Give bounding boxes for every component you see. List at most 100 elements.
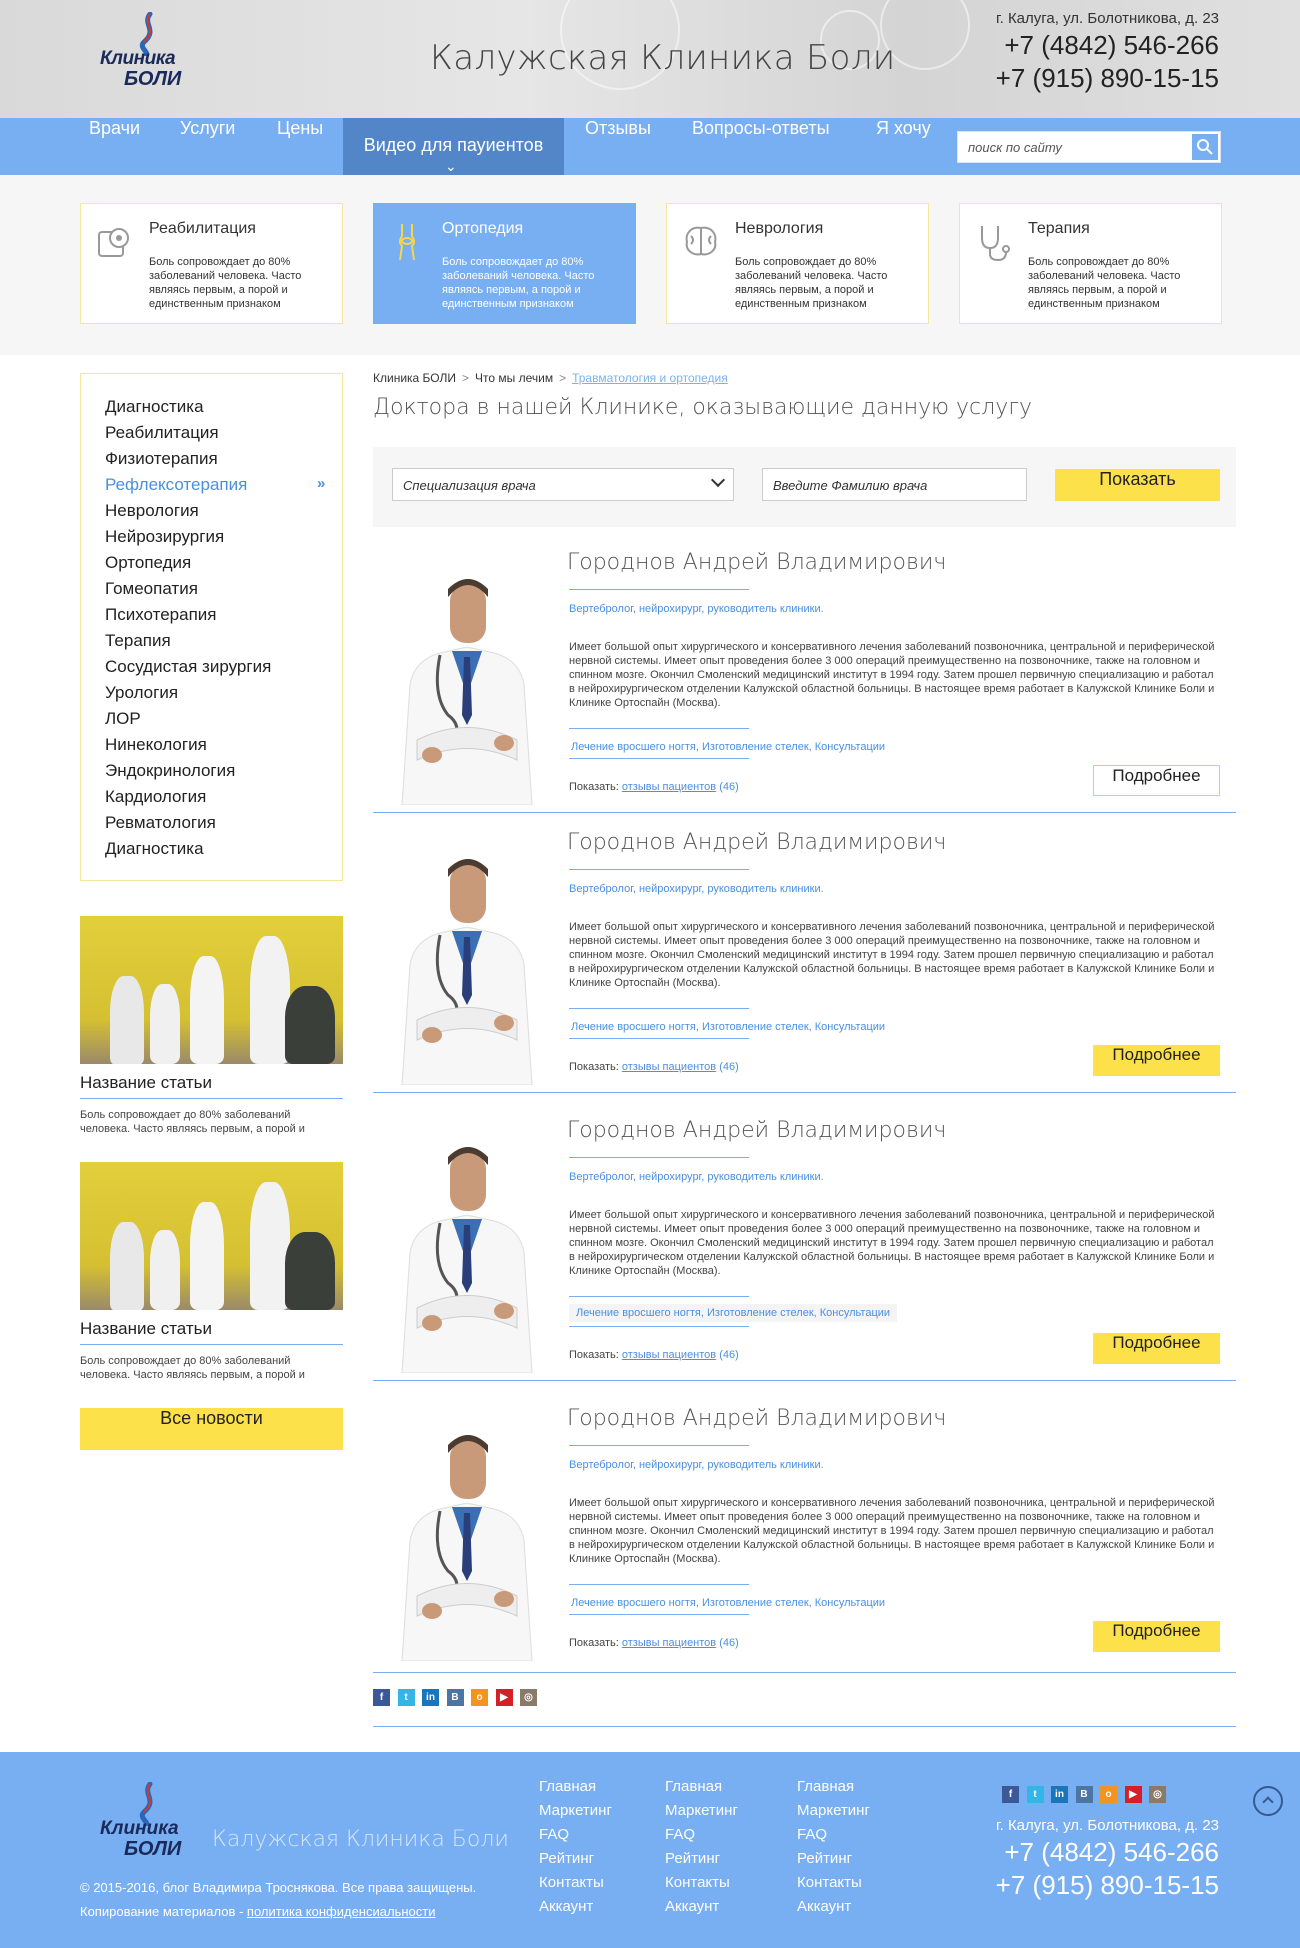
sidebar-item-psychotherapy[interactable]: Психотерапия <box>105 605 216 625</box>
footer-phone-2[interactable]: +7 (915) 890-15-15 <box>996 1870 1219 1901</box>
twitter-icon[interactable]: t <box>397 1689 415 1706</box>
footer-link[interactable]: Аккаунт <box>665 1898 719 1915</box>
doctor-services[interactable]: Лечение вросшего ногтя, Изготовление сте… <box>571 741 885 753</box>
nav-item-i-want[interactable]: Я хочу <box>876 118 931 175</box>
footer-link[interactable]: Рейтинг <box>797 1850 852 1867</box>
sidebar-item-homeopathy[interactable]: Гомеопатия <box>105 579 198 599</box>
patient-reviews-link[interactable]: отзывы пациентов <box>622 1061 716 1073</box>
category-card-rehab[interactable]: Реабилитация Боль сопровождает до 80% за… <box>80 203 343 324</box>
vk-icon[interactable]: В <box>1075 1786 1093 1803</box>
footer-link[interactable]: FAQ <box>539 1826 569 1843</box>
news-image[interactable] <box>80 1162 343 1310</box>
doctor-name[interactable]: Городнов Андрей Владимирович <box>567 1406 946 1431</box>
category-card-neurology[interactable]: Неврология Боль сопровождает до 80% забо… <box>666 203 929 324</box>
sidebar-item-ent[interactable]: ЛОР <box>105 709 141 729</box>
nav-item-prices[interactable]: Цены <box>277 118 323 175</box>
footer-link[interactable]: Рейтинг <box>665 1850 720 1867</box>
news-title[interactable]: Название статьи <box>80 1319 212 1339</box>
sidebar-item-physiotherapy[interactable]: Физиотерапия <box>105 449 218 469</box>
doctor-surname-input[interactable]: Введите Фамилию врача <box>762 468 1027 501</box>
twitter-icon[interactable]: t <box>1026 1786 1044 1803</box>
footer-link[interactable]: Контакты <box>665 1874 730 1891</box>
sidebar-item-rehabilitation[interactable]: Реабилитация <box>105 423 219 443</box>
footer-link[interactable]: Аккаунт <box>797 1898 851 1915</box>
breadcrumb-item[interactable]: Клиника БОЛИ <box>373 371 456 385</box>
doctor-services[interactable]: Лечение вросшего ногтя, Изготовление сте… <box>571 1021 885 1033</box>
specialization-select[interactable]: Специализация врача <box>392 468 734 501</box>
footer-link[interactable]: Контакты <box>797 1874 862 1891</box>
more-button[interactable]: Подробнее <box>1093 765 1220 796</box>
sidebar-item-endocrinology[interactable]: Эндокринология <box>105 761 235 781</box>
instagram-icon[interactable]: ◎ <box>520 1689 537 1706</box>
footer-link[interactable]: Рейтинг <box>539 1850 594 1867</box>
news-title[interactable]: Название статьи <box>80 1073 212 1093</box>
youtube-icon[interactable]: ▶ <box>495 1689 513 1706</box>
footer-link[interactable]: Главная <box>665 1778 722 1795</box>
all-news-button[interactable]: Все новости <box>80 1408 343 1450</box>
sidebar-item-vascular-surgery[interactable]: Сосудистая зирургия <box>105 657 271 677</box>
footer-link[interactable]: Аккаунт <box>539 1898 593 1915</box>
sidebar-item-diagnostics[interactable]: Диагностика <box>105 397 204 417</box>
doctor-photo[interactable] <box>392 1421 542 1662</box>
logo[interactable]: Клиника БОЛИ <box>96 12 200 92</box>
header-phone-2[interactable]: +7 (915) 890-15-15 <box>996 63 1219 94</box>
sidebar-item-orthopedics[interactable]: Ортопедия <box>105 553 191 573</box>
header-phone-1[interactable]: +7 (4842) 546-266 <box>1004 30 1219 61</box>
doctor-photo[interactable] <box>392 1133 542 1374</box>
nav-item-faq[interactable]: Вопросы-ответы <box>692 118 830 175</box>
doctor-name[interactable]: Городнов Андрей Владимирович <box>567 550 946 575</box>
category-card-orthopedics[interactable]: Ортопедия Боль сопровождает до 80% забол… <box>373 203 636 324</box>
nav-item-doctors[interactable]: Врачи <box>89 118 140 175</box>
patient-reviews-link[interactable]: отзывы пациентов <box>622 1637 716 1649</box>
doctor-photo[interactable] <box>392 565 542 806</box>
sidebar-item-urology[interactable]: Урология <box>105 683 178 703</box>
sidebar-item-neurosurgery[interactable]: Нейрозирургия <box>105 527 224 547</box>
news-image[interactable] <box>80 916 343 1064</box>
sidebar-item-neurology[interactable]: Неврология <box>105 501 199 521</box>
footer-link[interactable]: Маркетинг <box>539 1802 612 1819</box>
more-button[interactable]: Подробнее <box>1093 1621 1220 1652</box>
linkedin-icon[interactable]: in <box>1051 1786 1068 1803</box>
footer-link[interactable]: Контакты <box>539 1874 604 1891</box>
doctor-services[interactable]: Лечение вросшего ногтя, Изготовление сте… <box>571 1597 885 1609</box>
privacy-policy-link[interactable]: политика конфиденсиальности <box>247 1904 436 1919</box>
linkedin-icon[interactable]: in <box>422 1689 439 1706</box>
patient-reviews-link[interactable]: отзывы пациентов <box>622 1349 716 1361</box>
breadcrumb-current[interactable]: Травматология и ортопедия <box>572 371 728 385</box>
search-button[interactable] <box>1190 132 1220 162</box>
odnoklassniki-icon[interactable]: о <box>1100 1786 1117 1803</box>
footer-link[interactable]: FAQ <box>665 1826 695 1843</box>
doctor-photo[interactable] <box>392 845 542 1086</box>
doctor-name[interactable]: Городнов Андрей Владимирович <box>567 830 946 855</box>
facebook-icon[interactable]: f <box>373 1689 390 1706</box>
patient-reviews-link[interactable]: отзывы пациентов <box>622 781 716 793</box>
sidebar-item-reflexotherapy[interactable]: Рефлексотерапия <box>105 475 247 495</box>
sidebar-item-cardiology[interactable]: Кардиология <box>105 787 206 807</box>
footer-link[interactable]: Маркетинг <box>665 1802 738 1819</box>
youtube-icon[interactable]: ▶ <box>1124 1786 1142 1803</box>
show-button[interactable]: Показать <box>1055 469 1220 501</box>
odnoklassniki-icon[interactable]: о <box>471 1689 488 1706</box>
sidebar-item-rheumatology[interactable]: Ревматология <box>105 813 216 833</box>
sidebar-item-gynecology[interactable]: Нинекология <box>105 735 207 755</box>
footer-phone-1[interactable]: +7 (4842) 546-266 <box>1004 1837 1219 1868</box>
breadcrumb-item[interactable]: Что мы лечим <box>475 371 553 385</box>
footer-link[interactable]: Маркетинг <box>797 1802 870 1819</box>
vk-icon[interactable]: В <box>446 1689 464 1706</box>
search-input[interactable]: поиск по сайту <box>957 131 1221 163</box>
sidebar-item-diagnostics-2[interactable]: Диагностика <box>105 839 204 859</box>
doctor-services[interactable]: Лечение вросшего ногтя, Изготовление сте… <box>569 1304 898 1322</box>
footer-logo[interactable]: Клиника БОЛИ <box>96 1782 200 1862</box>
sidebar-item-therapy[interactable]: Терапия <box>105 631 171 651</box>
footer-link[interactable]: FAQ <box>797 1826 827 1843</box>
nav-item-services[interactable]: Услуги <box>180 118 235 175</box>
facebook-icon[interactable]: f <box>1002 1786 1019 1803</box>
doctor-name[interactable]: Городнов Андрей Владимирович <box>567 1118 946 1143</box>
instagram-icon[interactable]: ◎ <box>1149 1786 1166 1803</box>
more-button[interactable]: Подробнее <box>1093 1333 1220 1364</box>
more-button[interactable]: Подробнее <box>1093 1045 1220 1076</box>
footer-link[interactable]: Главная <box>797 1778 854 1795</box>
nav-item-reviews[interactable]: Отзывы <box>585 118 651 175</box>
footer-link[interactable]: Главная <box>539 1778 596 1795</box>
scroll-to-top-button[interactable] <box>1253 1786 1283 1816</box>
